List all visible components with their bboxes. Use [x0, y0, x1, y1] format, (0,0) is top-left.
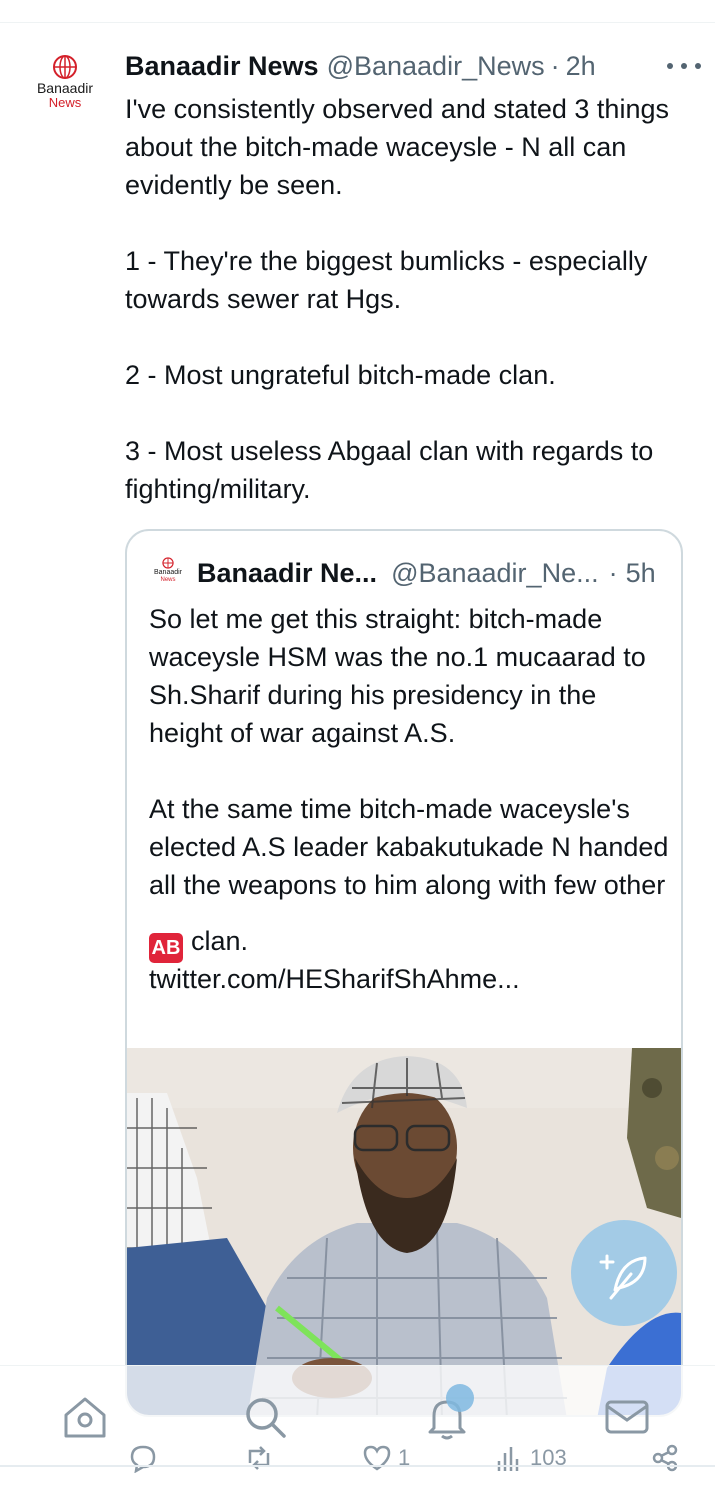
quoted-tweet-badge-line: AB clan.	[149, 922, 669, 963]
home-icon[interactable]	[62, 1394, 108, 1440]
retweet-icon	[248, 1446, 270, 1470]
compose-button[interactable]	[571, 1220, 677, 1326]
retweet-action[interactable]	[244, 1442, 274, 1474]
quoted-author-display-name: Banaadir Ne...	[197, 557, 378, 588]
tweet-header: Banaadir News @Banaadir_News · 2h	[125, 48, 695, 84]
bottom-navigation-bar: 1 103	[0, 1365, 715, 1499]
like-action[interactable]: 1	[362, 1442, 410, 1474]
author-handle[interactable]: @Banaadir_News	[327, 51, 545, 82]
separator-dot: ·	[550, 50, 560, 81]
heart-icon	[363, 1445, 391, 1471]
compose-feather-icon	[599, 1254, 647, 1300]
share-icon	[652, 1444, 678, 1472]
quoted-avatar-line2: News	[160, 577, 176, 583]
views-chart-icon	[497, 1447, 519, 1471]
views-action[interactable]: 103	[494, 1442, 567, 1474]
quoted-tweet-link[interactable]: twitter.com/HESharifShAhme...	[149, 960, 669, 998]
author-avatar[interactable]: Banaadir News	[26, 54, 104, 118]
avatar-text-line1: Banaadir	[36, 80, 94, 96]
top-divider	[0, 22, 715, 23]
reply-action[interactable]	[128, 1442, 158, 1474]
quoted-tweet-text-end: clan.	[191, 926, 249, 956]
notification-dot	[446, 1384, 474, 1412]
quoted-tweet-text: So let me get this straight: bitch-made …	[149, 604, 669, 900]
more-horizontal-icon[interactable]	[667, 53, 701, 79]
quoted-tweet-header: Banaadir Ne... @Banaadir_Ne... · 5h	[197, 555, 677, 591]
globe-logo-icon	[53, 55, 77, 79]
tweet-time[interactable]: 2h	[566, 51, 596, 82]
bottom-divider	[0, 1465, 715, 1467]
tweet-text: I've consistently observed and stated 3 …	[125, 94, 669, 504]
quoted-tweet-time: 5h	[625, 557, 656, 588]
search-icon[interactable]	[242, 1394, 288, 1440]
ab-button-emoji: AB	[149, 933, 183, 963]
quoted-avatar-line1: Banaadir	[153, 569, 183, 576]
separator-dot: ·	[608, 557, 618, 588]
quoted-author-handle: @Banaadir_Ne...	[391, 557, 599, 588]
views-count: 103	[530, 1445, 567, 1470]
reply-icon	[130, 1445, 156, 1473]
like-count: 1	[398, 1445, 411, 1470]
globe-logo-icon	[162, 557, 174, 569]
share-action[interactable]	[650, 1442, 680, 1474]
messages-icon[interactable]	[604, 1394, 650, 1440]
avatar-text-line2: News	[48, 95, 82, 110]
quoted-author-avatar: Banaadir News	[149, 557, 187, 587]
author-display-name[interactable]: Banaadir News	[125, 51, 319, 82]
